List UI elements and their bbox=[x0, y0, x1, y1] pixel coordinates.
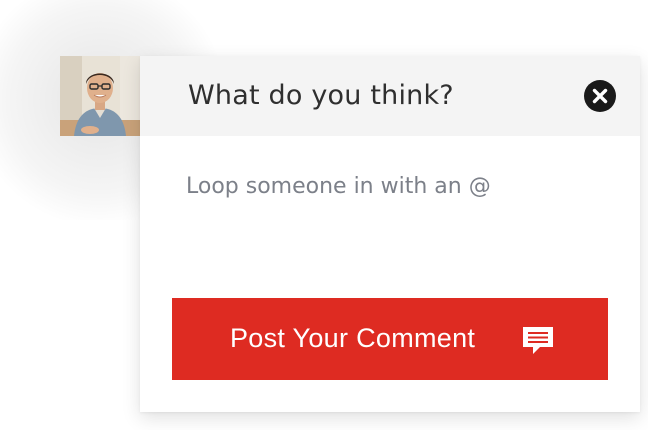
comment-card-header: What do you think? bbox=[140, 56, 640, 136]
avatar-image bbox=[60, 56, 140, 136]
user-avatar bbox=[60, 56, 140, 136]
post-comment-button-label: Post Your Comment bbox=[230, 323, 476, 353]
post-comment-button[interactable]: Post Your Comment bbox=[172, 298, 608, 380]
comment-prompt-title: What do you think? bbox=[188, 80, 454, 111]
comment-widget: What do you think? Post Your Comment bbox=[0, 0, 648, 430]
comment-bubble-icon bbox=[523, 327, 553, 354]
comment-input[interactable] bbox=[186, 166, 606, 206]
comment-card: What do you think? Post Your Comment bbox=[140, 56, 640, 412]
close-button[interactable] bbox=[584, 80, 616, 112]
close-icon bbox=[592, 88, 608, 104]
